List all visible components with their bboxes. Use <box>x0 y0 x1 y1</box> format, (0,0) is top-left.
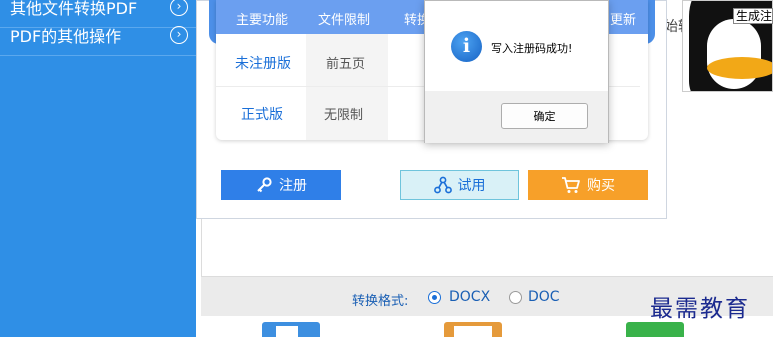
key-icon <box>257 177 272 193</box>
register-button[interactable]: 注册 <box>221 170 341 200</box>
full-edition-label: 正式版 <box>241 107 283 123</box>
presentation-file-icon[interactable] <box>444 322 502 337</box>
divider <box>201 218 202 278</box>
unregistered-limit: 前五页 <box>326 57 366 72</box>
message-dialog: i 写入注册码成功! 确定 <box>424 0 609 143</box>
buy-button[interactable]: 购买 <box>528 170 648 200</box>
info-icon: i <box>451 31 482 62</box>
share-nodes-icon <box>433 176 452 194</box>
chevron-right-circle-icon: › <box>170 25 188 44</box>
docx-radio-label[interactable]: DOCX <box>449 289 490 305</box>
limit-column <box>306 34 388 140</box>
cart-icon <box>562 177 580 193</box>
doc-radio-label[interactable]: DOC <box>528 289 560 305</box>
buy-button-label: 购买 <box>587 178 615 194</box>
register-button-label: 注册 <box>279 178 307 194</box>
ok-button[interactable]: 确定 <box>501 103 588 129</box>
docx-radio[interactable] <box>428 291 441 304</box>
watermark: 最需教育 <box>650 296 750 322</box>
format-label: 转换格式: <box>352 294 409 309</box>
sidebar-item-pdf-other-ops[interactable]: PDF的其他操作 › <box>0 14 196 56</box>
trial-button-label: 试用 <box>457 178 486 194</box>
header-file-limit: 文件限制 <box>318 13 371 28</box>
sidebar-item-label: PDF的其他操作 <box>10 26 122 46</box>
sidebar: 其他文件转换PDF › PDF的其他操作 › <box>0 0 196 337</box>
generate-code-button[interactable]: 生成注册码 <box>733 8 773 24</box>
header-main-function: 主要功能 <box>236 13 289 28</box>
word-file-icon[interactable] <box>262 322 320 337</box>
dialog-message: 写入注册码成功! <box>491 42 573 55</box>
doc-radio[interactable] <box>509 291 522 304</box>
header-update: 更新 <box>610 13 637 28</box>
spreadsheet-file-icon[interactable] <box>626 322 684 337</box>
penguin-beak <box>707 57 772 79</box>
trial-button[interactable]: 试用 <box>400 170 519 200</box>
full-limit: 无限制 <box>324 108 364 123</box>
unregistered-edition-label: 未注册版 <box>235 56 291 72</box>
